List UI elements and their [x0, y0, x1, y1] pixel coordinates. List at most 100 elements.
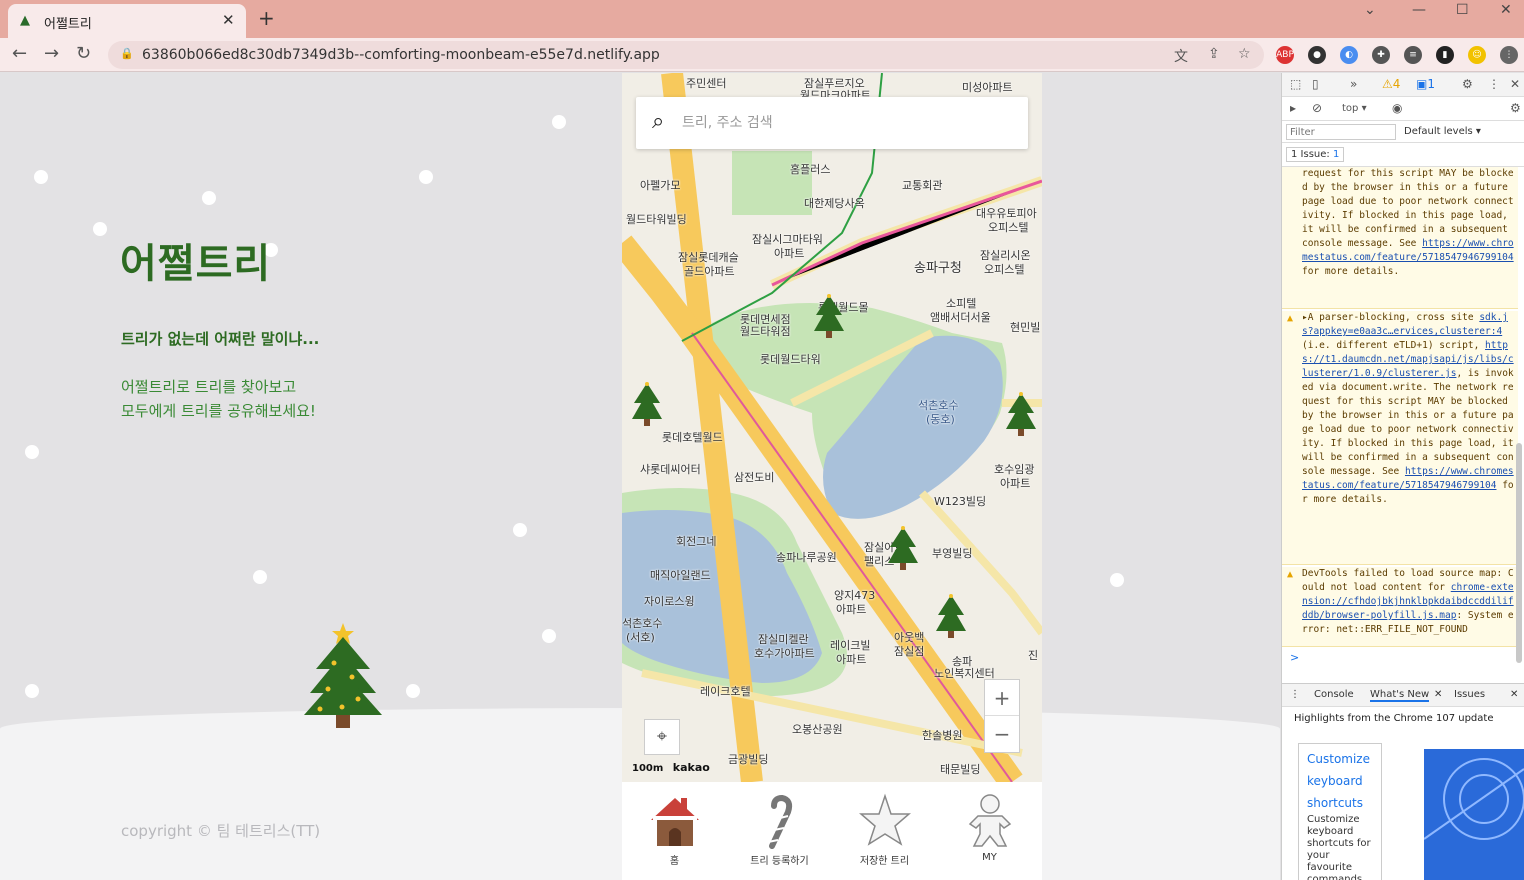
drawer-menu-icon[interactable]: ⋮ [1290, 689, 1300, 700]
card-description: Customize keyboard shortcuts for your fa… [1307, 814, 1371, 880]
menu-kebab-icon[interactable]: ⋮ [1500, 46, 1518, 64]
map-label: 송파구청 [914, 261, 962, 276]
puzzle-extensions-icon[interactable]: ✚ [1372, 46, 1390, 64]
tab-console[interactable]: Console [1314, 689, 1354, 700]
hero-desc-line1: 어쩔트리로 트리를 찾아보고 [121, 378, 297, 396]
console-filter-input[interactable] [1286, 124, 1396, 140]
reading-list-icon[interactable]: ≡ [1404, 46, 1422, 64]
tree-marker-icon[interactable] [630, 381, 664, 427]
map-label: 송파나루공원 [776, 551, 837, 564]
card-link[interactable]: keyboard [1307, 770, 1373, 792]
browser-tab[interactable]: ▲ 어쩔트리 ✕ [8, 4, 246, 38]
forward-icon[interactable]: → [44, 43, 59, 64]
more-tabs-icon[interactable]: » [1350, 77, 1357, 91]
snowflake [1110, 573, 1124, 587]
filter-row: Default levels ▾ [1282, 121, 1524, 143]
map-label: 오봉산공원 [792, 723, 843, 736]
console-prompt[interactable]: > [1290, 651, 1299, 664]
map-label: (동호) [926, 413, 955, 426]
tab-issues[interactable]: Issues [1454, 689, 1485, 700]
browser-title-bar: ▲ 어쩔트리 ✕ + ⌄ — ☐ ✕ [0, 0, 1524, 38]
devtools-close-icon[interactable]: ✕ [1510, 77, 1520, 91]
clear-console-icon[interactable]: ⊘ [1312, 101, 1322, 115]
snowflake [34, 170, 48, 184]
tab-whats-new[interactable]: What's New [1370, 689, 1430, 702]
device-toolbar-icon[interactable]: ▯ [1312, 77, 1319, 91]
issues-button[interactable]: 1 Issue: 1 [1286, 147, 1345, 162]
map-label: 주민센터 [686, 77, 727, 90]
search-input[interactable] [682, 111, 1002, 135]
card-link[interactable]: Customize [1307, 748, 1373, 770]
log-levels-dropdown[interactable]: Default levels ▾ [1404, 126, 1481, 137]
snowflake [253, 570, 267, 584]
drawer-close-icon[interactable]: ✕ [1510, 689, 1518, 700]
extension-icon[interactable]: ● [1308, 46, 1326, 64]
bottom-navigation: 홈 트리 등록하기 저장한 트리 MY [622, 782, 1042, 880]
adblock-extension-icon[interactable]: ABP [1276, 46, 1294, 64]
issues-row: 1 Issue: 1 [1282, 143, 1524, 167]
map-label: 대한제당사옥 [804, 197, 865, 210]
url-text[interactable]: 63860b066ed8c30db7349d3b--comforting-moo… [142, 47, 660, 63]
console-warning: request for this script MAY be blocked b… [1282, 167, 1518, 309]
map-search-box[interactable]: ⌕ [636, 97, 1028, 149]
side-panel-icon[interactable]: ▮ [1436, 46, 1454, 64]
tree-marker-icon[interactable] [886, 525, 920, 571]
map-label: 롯데호텔월드 [662, 431, 723, 444]
close-icon[interactable]: ✕ [1500, 2, 1512, 18]
map-scale: 100m kakao [632, 761, 710, 774]
map-label: 샤롯데씨어터 [640, 463, 701, 476]
console-scrollbar[interactable] [1516, 443, 1522, 663]
snowflake [93, 222, 107, 236]
nav-register-tree[interactable]: 트리 등록하기 [727, 792, 832, 867]
map-label: 회전그네 [676, 535, 717, 548]
inspect-element-icon[interactable]: ⬚ [1290, 77, 1301, 91]
back-icon[interactable]: ← [12, 43, 27, 64]
tab-close-icon[interactable]: ✕ [1434, 689, 1442, 700]
maximize-icon[interactable]: ☐ [1456, 2, 1469, 18]
color-extension-icon[interactable]: ◐ [1340, 46, 1358, 64]
snowflake [552, 115, 566, 129]
nav-my[interactable]: MY [937, 792, 1042, 863]
nav-saved-trees[interactable]: 저장한 트리 [832, 792, 937, 867]
address-toolbar: ← → ↻ 🔒 63860b066ed8c30db7349d3b--comfor… [0, 38, 1524, 72]
tab-title: 어쩔트리 [44, 17, 92, 32]
tree-marker-icon[interactable] [812, 293, 846, 339]
card-link[interactable]: shortcuts [1307, 792, 1373, 814]
nav-home[interactable]: 홈 [622, 792, 727, 867]
context-select[interactable]: top ▾ [1342, 103, 1367, 114]
omnibox[interactable]: 🔒 63860b066ed8c30db7349d3b--comforting-m… [108, 41, 1264, 69]
snowflake [25, 684, 39, 698]
console-settings-icon[interactable]: ⚙ [1510, 101, 1521, 115]
map-label: 월드타워빌딩 [626, 213, 687, 226]
map-label: 아파트 [836, 603, 867, 616]
current-location-button[interactable]: ⌖ [644, 719, 680, 755]
whats-new-card[interactable]: Customize keyboard shortcuts Customize k… [1298, 743, 1382, 880]
zoom-in-button[interactable]: + [985, 680, 1019, 716]
translate-icon[interactable]: 文 [1174, 46, 1188, 66]
search-icon[interactable]: ⌕ [652, 109, 664, 134]
whats-new-artwork [1424, 749, 1524, 880]
scale-text: 100m [632, 763, 664, 774]
minimize-icon[interactable]: — [1412, 2, 1426, 18]
tree-marker-icon[interactable] [934, 593, 968, 639]
share-icon[interactable]: ⇪ [1208, 46, 1220, 62]
chevron-down-icon[interactable]: ⌄ [1364, 2, 1376, 18]
bookmark-star-icon[interactable]: ☆ [1238, 46, 1251, 62]
tab-close-icon[interactable]: ✕ [222, 11, 235, 29]
zoom-out-button[interactable]: − [985, 716, 1019, 752]
kakao-map[interactable]: 주민센터 잠실푸르지오 월드마크아파트 미성아파트 홈플러스 아펠가모 교통회관… [622, 73, 1042, 782]
map-label: 아파트 [1000, 477, 1031, 490]
eye-icon[interactable]: ◉ [1392, 101, 1402, 115]
nav-label: 저장한 트리 [859, 856, 910, 867]
message-count-icon[interactable]: ▣1 [1416, 77, 1435, 91]
reload-icon[interactable]: ↻ [76, 43, 91, 64]
new-tab-icon[interactable]: + [258, 6, 275, 30]
map-label: 교통회관 [902, 179, 943, 192]
sidebar-toggle-icon[interactable]: ▸ [1290, 101, 1296, 115]
warning-count-icon[interactable]: ⚠4 [1382, 77, 1400, 91]
tree-marker-icon[interactable] [1004, 391, 1038, 437]
devtools-menu-icon[interactable]: ⋮ [1488, 77, 1500, 91]
settings-gear-icon[interactable]: ⚙ [1462, 77, 1473, 91]
profile-avatar-icon[interactable]: ☺ [1468, 46, 1486, 64]
map-label: 아파트 [774, 247, 805, 260]
